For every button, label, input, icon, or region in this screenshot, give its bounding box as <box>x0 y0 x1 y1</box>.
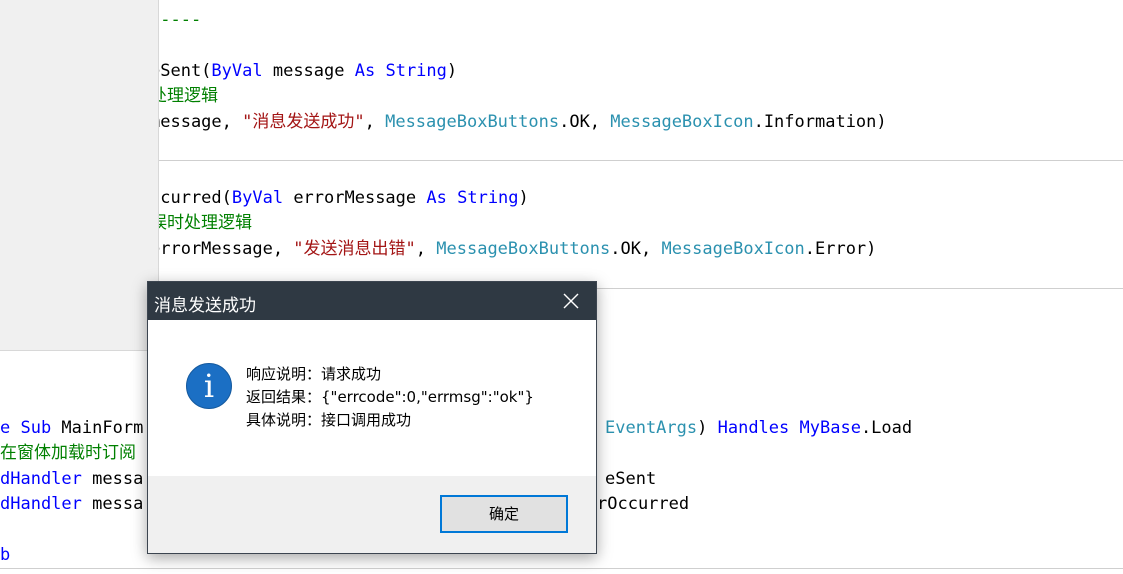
code-keyword: MyBase <box>799 418 861 438</box>
message-box-dialog: 消息发送成功 i 响应说明：请求成功 返回结果：{"errcode":0,"er… <box>147 281 597 554</box>
dialog-message: 响应说明：请求成功 返回结果：{"errcode":0,"errmsg":"ok… <box>246 363 534 432</box>
code-line-add-handler-error-end: rOccurred <box>597 494 690 514</box>
code-text: eSent( <box>150 61 212 81</box>
code-text: messa <box>81 469 144 489</box>
code-line-error-occurred-sub: ccurred(ByVal errorMessage As String) <box>150 187 529 209</box>
code-text: ) <box>518 188 529 208</box>
method-separator <box>0 568 1123 569</box>
code-keyword: e Sub <box>0 418 52 438</box>
code-text: .OK, <box>610 239 662 259</box>
dialog-content: i 响应说明：请求成功 返回结果：{"errcode":0,"errmsg":"… <box>148 320 596 476</box>
message-line-response: 响应说明：请求成功 <box>246 365 382 383</box>
ok-button[interactable]: 确定 <box>440 495 568 533</box>
close-button[interactable] <box>546 282 596 320</box>
code-text: errorMessage, <box>150 239 294 259</box>
dialog-titlebar[interactable]: 消息发送成功 <box>148 282 596 320</box>
code-string: "消息发送成功" <box>242 112 365 132</box>
code-keyword: dHandler <box>0 469 82 489</box>
code-keyword: dHandler <box>0 494 82 514</box>
code-comment-line: 误时处理逻辑 <box>150 213 252 233</box>
code-type: MessageBoxButtons <box>385 112 560 132</box>
code-type: EventArgs <box>605 418 698 438</box>
code-keyword: ByVal <box>211 61 263 81</box>
code-comment-line: 处理逻辑 <box>150 86 218 106</box>
code-text: .Error) <box>804 239 877 259</box>
code-type: MessageBoxButtons <box>436 239 611 259</box>
code-line-add-handler-error: dHandler messa <box>0 493 143 515</box>
code-text: .Information) <box>753 112 887 132</box>
code-text: .Load <box>860 418 913 438</box>
code-keyword: As <box>426 188 447 208</box>
dialog-title: 消息发送成功 <box>154 296 256 315</box>
code-keyword: String <box>385 61 447 81</box>
message-line-detail: 具体说明：接口调用成功 <box>246 411 412 429</box>
code-text: , <box>415 239 437 259</box>
code-line-messagebox-success: message, "消息发送成功", MessageBoxButtons.OK,… <box>150 111 887 133</box>
method-separator <box>150 160 1123 161</box>
code-text: .OK, <box>559 112 611 132</box>
code-text: ) <box>446 61 458 81</box>
code-line-add-handler-sent: dHandler messa <box>0 468 143 490</box>
code-text: ) <box>697 418 718 438</box>
code-line-add-handler-sent-end: eSent <box>605 469 657 489</box>
code-text: ccurred( <box>150 188 232 208</box>
code-text: MainForm <box>51 418 144 438</box>
code-keyword: Handles <box>717 418 790 438</box>
code-text: messa <box>81 494 144 514</box>
code-line-end-sub: b <box>0 545 11 565</box>
code-keyword: String <box>457 188 519 208</box>
code-comment-line: 在窗体加载时订阅 <box>0 443 136 463</box>
code-line-form-load-start: e Sub MainForm <box>0 417 143 439</box>
code-string: "发送消息出错" <box>293 239 416 259</box>
code-keyword: As <box>354 61 376 81</box>
code-text: errorMessage <box>283 188 427 208</box>
close-icon <box>563 293 579 309</box>
code-line-form-load-end: EventArgs) Handles MyBase.Load <box>605 417 912 439</box>
overlapping-window-panel[interactable] <box>0 0 159 351</box>
info-icon: i <box>186 363 232 409</box>
code-type: MessageBoxIcon <box>610 112 754 132</box>
message-line-result: 返回结果：{"errcode":0,"errmsg":"ok"} <box>246 388 534 406</box>
code-text: message, <box>150 112 243 132</box>
code-text: message <box>262 61 355 81</box>
code-type: MessageBoxIcon <box>661 239 805 259</box>
code-text: , <box>364 112 386 132</box>
code-line-message-sent-sub: eSent(ByVal message As String) <box>150 60 457 82</box>
code-line-messagebox-error: errorMessage, "发送消息出错", MessageBoxButton… <box>150 238 876 260</box>
code-keyword: ByVal <box>231 188 284 208</box>
